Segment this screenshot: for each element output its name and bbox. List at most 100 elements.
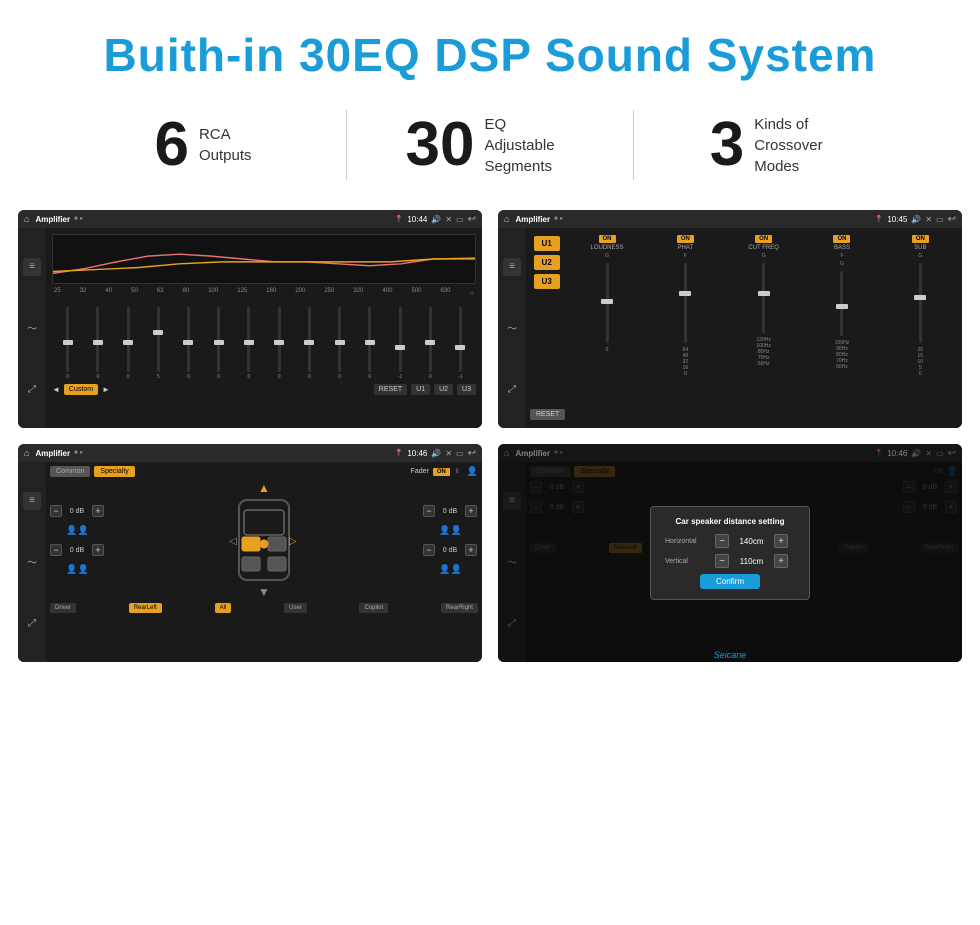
fader-bl-plus[interactable]: + (92, 544, 104, 556)
eq-back-icon[interactable]: ↩ (468, 214, 476, 225)
eq-slider-11[interactable]: -1 (386, 307, 413, 380)
fader-br-plus[interactable]: + (465, 544, 477, 556)
fader-tl-plus[interactable]: + (92, 505, 104, 517)
eq-window-icon[interactable]: ▭ (456, 215, 464, 224)
fader-sidebar-wave-icon[interactable]: 〜 (23, 553, 41, 571)
dist-confirm-button[interactable]: Confirm (700, 574, 760, 589)
eq-slider-1[interactable]: 0 (84, 307, 111, 380)
fader-arrow-up-icon[interactable]: ▲ (258, 481, 270, 495)
fader-person-icon: 👤 (467, 466, 478, 477)
amp-sidebar-wave-icon[interactable]: 〜 (503, 319, 521, 337)
eq-title: Amplifier (35, 215, 70, 224)
amp-sidebar-eq-icon[interactable]: ≡ (503, 258, 521, 276)
stats-row: 6 RCAOutputs 30 EQ AdjustableSegments 3 … (0, 100, 980, 210)
eq-slider-12[interactable]: 0 (417, 307, 444, 380)
distance-screen: ⌂ Amplifier ■ ● 📍 10:46 🔊 ✕ ▭ ↩ ≡ 〜 ⤢ Co… (498, 444, 962, 662)
eq-slider-0[interactable]: 0 (54, 307, 81, 380)
sidebar-eq-icon[interactable]: ≡ (23, 258, 41, 276)
eq-slider-13[interactable]: -1 (447, 307, 474, 380)
screens-grid: ⌂ Amplifier ■ ● 📍 10:44 🔊 ✕ ▭ ↩ ≡ 〜 ⤢ (0, 210, 980, 682)
fader-copilot-btn[interactable]: Copilot (359, 603, 388, 613)
amp-u3-btn[interactable]: U3 (534, 274, 560, 289)
dist-horizontal-row: Horizontal − 140cm + (665, 534, 795, 548)
fader-screen: ⌂ Amplifier ■ ● 📍 10:46 🔊 ✕ ▭ ↩ ≡ 〜 ⤢ Co… (18, 444, 482, 662)
eq-slider-3[interactable]: 5 (145, 307, 172, 380)
dist-vertical-plus[interactable]: + (774, 554, 788, 568)
eq-next-icon[interactable]: ► (102, 385, 110, 394)
eq-dots: ■ ● (74, 216, 83, 222)
eq-slider-10[interactable]: 0 (356, 307, 383, 380)
eq-freq-labels: 2532405063 80100125160200 25032040050063… (52, 288, 476, 297)
eq-slider-5[interactable]: 0 (205, 307, 232, 380)
fader-bl-minus[interactable]: − (50, 544, 62, 556)
cutfreq-on-badge: ON (755, 235, 772, 243)
sub-slider[interactable] (919, 263, 922, 343)
fader-dots: ■ ● (74, 450, 83, 456)
fader-common-tab[interactable]: Common (50, 466, 90, 477)
bass-slider[interactable] (840, 271, 843, 336)
fader-volume-icon: 🔊 (431, 449, 441, 458)
eq-slider-9[interactable]: 0 (326, 307, 353, 380)
fader-tr-plus[interactable]: + (465, 505, 477, 517)
eq-slider-6[interactable]: 0 (235, 307, 262, 380)
eq-reset-btn[interactable]: RESET (374, 384, 407, 395)
amp-window-icon[interactable]: ▭ (936, 215, 944, 224)
amp-reset-btn[interactable]: RESET (530, 409, 565, 420)
eq-slider-7[interactable]: 0 (266, 307, 293, 380)
distance-dialog-overlay: Car speaker distance setting Horizontal … (498, 444, 962, 662)
fader-specialty-tab[interactable]: Specialty (94, 466, 134, 477)
amp-u2-btn[interactable]: U2 (534, 255, 560, 270)
sidebar-expand-icon[interactable]: ⤢ (23, 380, 41, 398)
stat-crossover-number: 3 (710, 114, 744, 176)
fader-rearleft-btn[interactable]: RearLeft (129, 603, 162, 613)
eq-x-icon[interactable]: ✕ (445, 215, 452, 224)
cutfreq-slider[interactable] (762, 263, 765, 333)
home-icon[interactable]: ⌂ (24, 214, 29, 224)
amp-back-icon[interactable]: ↩ (948, 214, 956, 225)
fader-sidebar-expand-icon[interactable]: ⤢ (23, 614, 41, 632)
stat-eq-label: EQ AdjustableSegments (484, 114, 574, 177)
dist-horizontal-minus[interactable]: − (715, 534, 729, 548)
eq-u2-btn[interactable]: U2 (434, 384, 453, 395)
amp-sidebar-expand-icon[interactable]: ⤢ (503, 380, 521, 398)
eq-u1-btn[interactable]: U1 (411, 384, 430, 395)
svg-text:◁: ◁ (229, 536, 237, 547)
amp-home-icon[interactable]: ⌂ (504, 214, 509, 224)
stat-rca: 6 RCAOutputs (60, 114, 346, 176)
eq-slider-2[interactable]: 0 (114, 307, 141, 380)
dist-horizontal-plus[interactable]: + (774, 534, 788, 548)
stat-crossover: 3 Kinds ofCrossover Modes (634, 114, 920, 177)
amp-time: 10:45 (887, 215, 907, 224)
fader-all-btn[interactable]: All (215, 603, 232, 613)
fader-tl-minus[interactable]: − (50, 505, 62, 517)
amp-u1-btn[interactable]: U1 (534, 236, 560, 251)
fader-arrow-down-icon[interactable]: ▼ (258, 585, 270, 599)
eq-prev-icon[interactable]: ◄ (52, 385, 60, 394)
fader-driver-btn[interactable]: Driver (50, 603, 76, 613)
fader-sidebar-eq-icon[interactable]: ≡ (23, 492, 41, 510)
fader-db-row-tr: − 0 dB + (423, 505, 478, 517)
eq-slider-4[interactable]: 0 (175, 307, 202, 380)
fader-home-icon[interactable]: ⌂ (24, 448, 29, 458)
eq-u3-btn[interactable]: U3 (457, 384, 476, 395)
sidebar-wave-icon[interactable]: 〜 (23, 319, 41, 337)
fader-back-icon[interactable]: ↩ (468, 448, 476, 459)
loudness-slider[interactable] (606, 263, 609, 343)
fader-db-row-tl: − 0 dB + (50, 505, 105, 517)
fader-user-btn[interactable]: User (284, 603, 307, 613)
fader-br-minus[interactable]: − (423, 544, 435, 556)
fader-topbar: ⌂ Amplifier ■ ● 📍 10:46 🔊 ✕ ▭ ↩ (18, 444, 482, 462)
fader-tr-minus[interactable]: − (423, 505, 435, 517)
fader-rearright-btn[interactable]: RearRight (441, 603, 478, 613)
amp-screen: ⌂ Amplifier ■ ● 📍 10:45 🔊 ✕ ▭ ↩ ≡ 〜 ⤢ U1 (498, 210, 962, 428)
fader-window-icon[interactable]: ▭ (456, 449, 464, 458)
dist-vertical-minus[interactable]: − (715, 554, 729, 568)
eq-slider-8[interactable]: 0 (296, 307, 323, 380)
fader-toggle-icon[interactable]: ⧘⧘ (456, 468, 459, 476)
fader-x-icon[interactable]: ✕ (445, 449, 452, 458)
loudness-on-badge: ON (599, 235, 616, 243)
amp-x-icon[interactable]: ✕ (925, 215, 932, 224)
phat-slider[interactable] (684, 263, 687, 343)
eq-custom-btn[interactable]: Custom (64, 384, 98, 395)
cutfreq-label: CUT FREQ (748, 245, 779, 251)
